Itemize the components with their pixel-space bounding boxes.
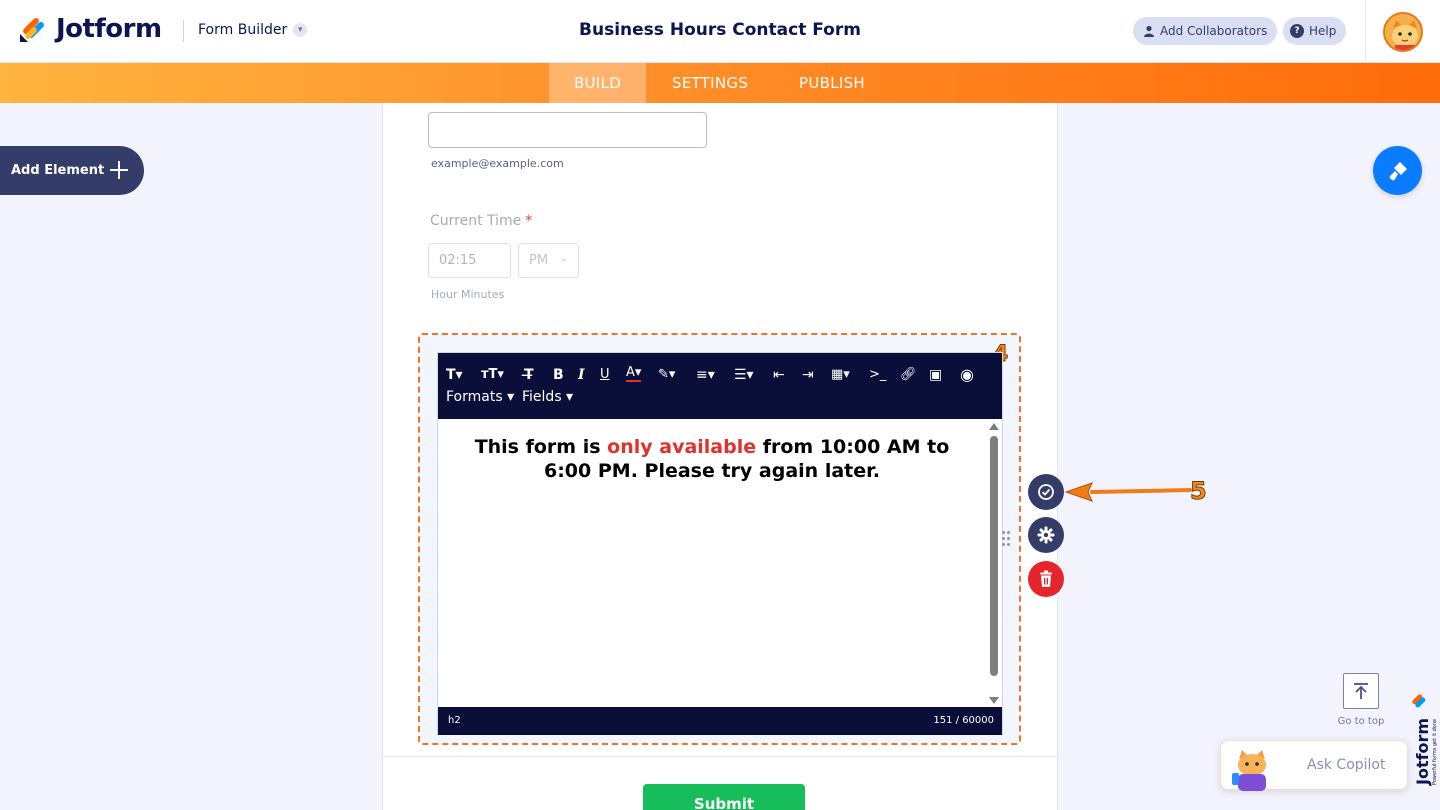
font-size-icon[interactable]: ᴛT▾ [481,366,504,384]
chevron-down-icon: ▾ [293,23,308,37]
source-code-icon[interactable]: >_ [869,366,886,384]
check-circle-icon [1038,484,1054,500]
align-icon[interactable]: ≡▾ [696,366,715,384]
scroll-up-icon[interactable] [989,423,999,430]
ampm-value: PM [529,253,549,268]
tab-publish[interactable]: PUBLISH [785,63,879,103]
element-path[interactable]: h2 [448,715,461,726]
add-collaborators-label: Add Collaborators [1160,24,1268,38]
table-icon[interactable]: ▦▾ [831,366,850,384]
help-button[interactable]: ? Help [1283,17,1347,45]
jotform-logo-icon [20,18,44,42]
editor-scrollbar[interactable] [987,421,1000,709]
account-area [1365,0,1440,63]
editor-content[interactable]: This form is only available from 10:00 A… [438,419,986,707]
editor-statusbar: h2 151 / 60000 [438,707,1002,735]
image-icon[interactable]: ▣ [929,366,942,384]
required-mark: * [525,213,533,229]
avatar[interactable] [1383,12,1423,52]
header-divider [183,20,184,42]
email-sublabel: example@example.com [431,157,564,170]
email-field[interactable] [428,112,707,148]
list-icon[interactable]: ☰▾ [734,366,754,384]
top-header: Jotform Form Builder ▾ Business Hours Co… [0,0,1440,63]
add-element-button[interactable]: Add Element [0,146,144,195]
ask-copilot-label: Ask Copilot [1307,757,1386,773]
go-to-top-button[interactable] [1343,673,1379,709]
bold-icon[interactable]: B [553,366,564,384]
submit-button[interactable]: Submit [643,784,805,810]
annotation-arrow [1064,482,1192,502]
font-family-icon[interactable]: T▾ [446,366,463,384]
content-text-1: This form is [474,436,608,458]
scroll-thumb[interactable] [990,436,998,676]
fields-label: Fields [522,389,562,405]
copilot-cat-icon [1232,750,1266,791]
ampm-select[interactable]: PM ⌄ [518,243,579,278]
plus-icon [108,159,130,181]
editor-toolbar: T▾ ᴛT▾ T̶ B I U A▾ ✎▾ ≡▾ ☰▾ ⇤ ⇥ ▦▾ >_ 🔗︎… [438,353,1002,419]
properties-button[interactable] [1028,517,1064,553]
form-builder-dropdown[interactable]: Form Builder ▾ [198,22,308,38]
form-builder-label: Form Builder [198,22,288,38]
svg-text:Powerful forms get it done: Powerful forms get it done [1432,719,1438,785]
chevron-down-icon: ⌄ [559,253,568,264]
preview-eye-icon[interactable]: ◉ [960,366,974,384]
trash-icon [1040,570,1052,587]
form-designer-button[interactable] [1373,146,1422,195]
underline-icon[interactable]: U [600,366,610,384]
add-element-label: Add Element [11,163,105,178]
current-time-label-text: Current Time [430,213,522,229]
time-hour-minute-input[interactable]: 02:15 [428,243,511,278]
builder-nav: BUILD SETTINGS PUBLISH [0,63,1440,103]
question-icon: ? [1290,24,1304,38]
link-icon[interactable]: 🔗︎ [900,366,917,384]
rich-text-editor[interactable]: T▾ ᴛT▾ T̶ B I U A▾ ✎▾ ≡▾ ☰▾ ⇤ ⇥ ▦▾ >_ 🔗︎… [437,352,1003,735]
form-title[interactable]: Business Hours Contact Form [520,20,920,40]
arrow-up-icon [1354,683,1368,699]
time-sublabel: Hour Minutes [431,288,505,301]
formats-dropdown[interactable]: Formats ▾ [446,389,514,405]
logo-text: Jotform [56,14,162,44]
step-badge-5: 5 [1190,477,1208,506]
scroll-down-icon[interactable] [989,697,999,704]
italic-icon[interactable]: I [578,366,585,384]
clear-format-icon[interactable]: T̶ [524,366,534,384]
go-to-top-label: Go to top [1337,716,1385,727]
gear-icon [1037,526,1055,544]
formats-label: Formats [446,389,503,405]
ask-copilot-button[interactable]: Ask Copilot [1220,740,1408,791]
text-color-icon[interactable]: A▾ [626,366,642,382]
svg-text:Jotform: Jotform [1413,718,1432,786]
outdent-icon[interactable]: ⇤ [773,366,785,384]
character-count: 151 / 60000 [933,715,994,726]
submit-divider [383,756,1057,757]
content-highlight: only available [607,436,757,458]
user-icon [1144,25,1154,37]
jotform-logo[interactable]: Jotform [18,14,162,44]
cat-avatar-icon [1385,14,1421,50]
delete-button[interactable] [1028,561,1064,597]
confirm-button[interactable] [1028,474,1064,510]
help-label: Help [1309,24,1337,38]
tab-settings[interactable]: SETTINGS [660,63,760,103]
highlight-color-icon[interactable]: ✎▾ [658,366,675,384]
drag-handle[interactable] [1002,531,1012,547]
jotform-vertical-logo: Jotform Powerful forms get it done [1412,694,1438,786]
paint-roller-icon [1389,161,1407,180]
add-collaborators-button[interactable]: Add Collaborators [1133,17,1278,45]
fields-dropdown[interactable]: Fields ▾ [522,389,573,405]
indent-icon[interactable]: ⇥ [802,366,814,384]
current-time-label: Current Time * [430,213,532,229]
tab-build[interactable]: BUILD [549,63,646,103]
